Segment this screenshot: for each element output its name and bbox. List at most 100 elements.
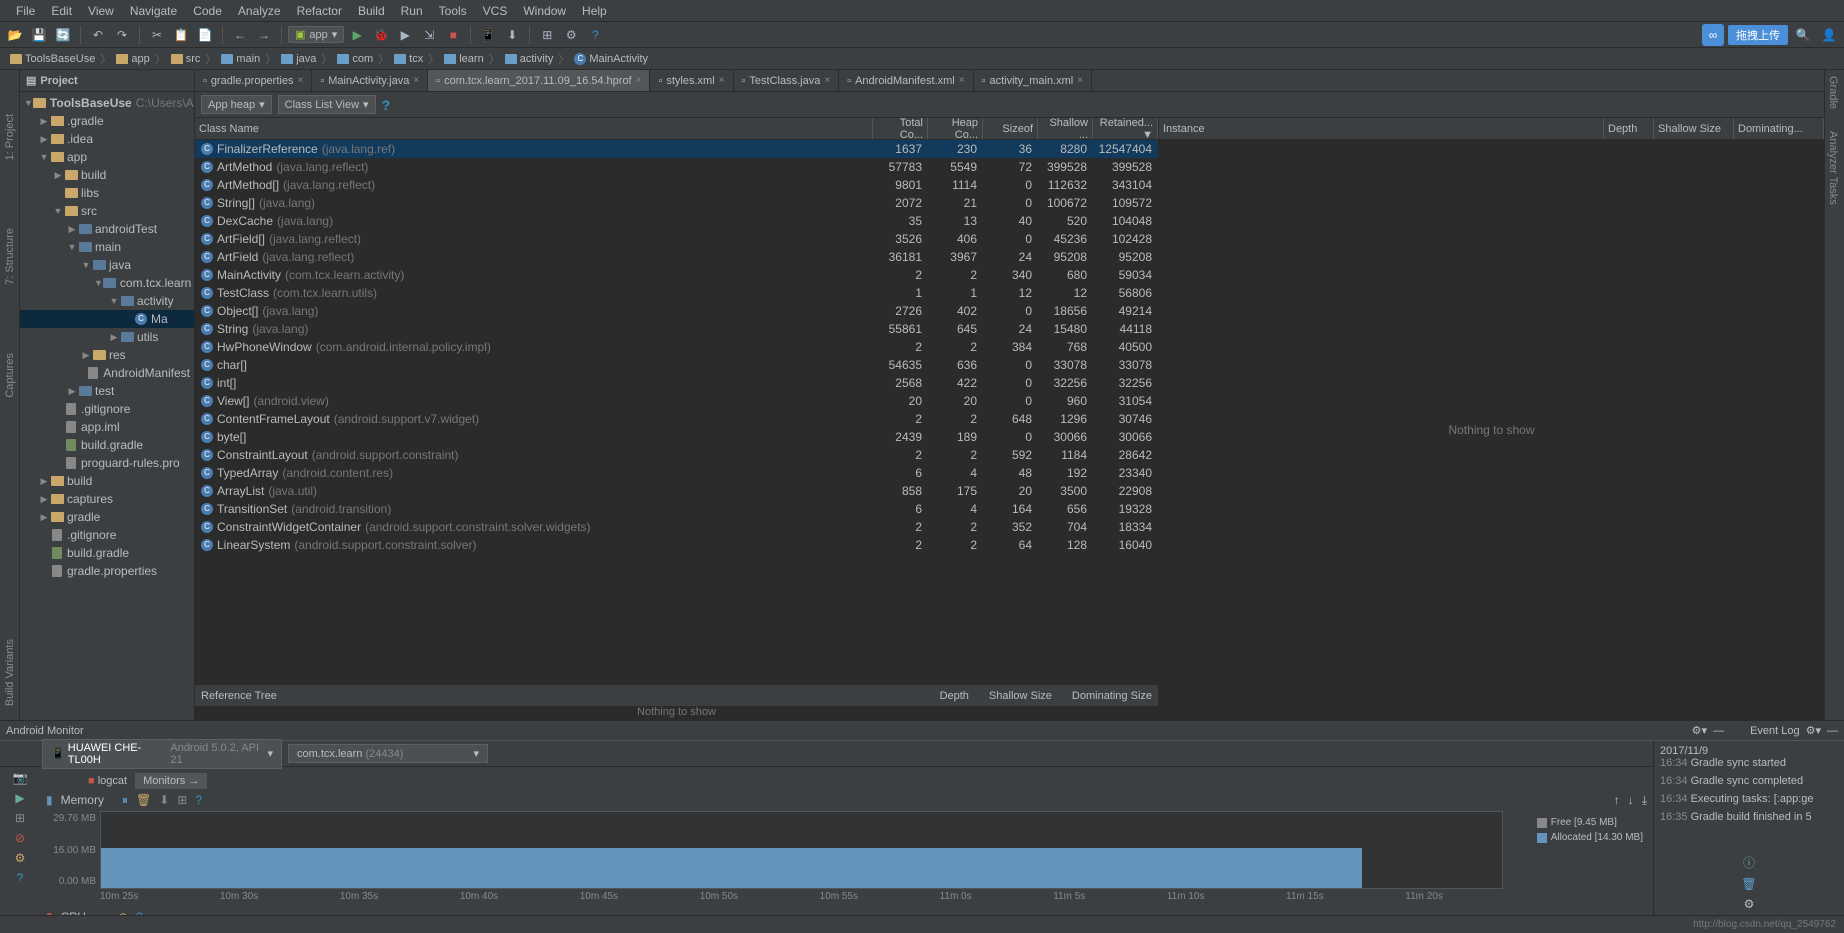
table-row[interactable]: CArtField[] (java.lang.reflect) 35264060… [195,230,1158,248]
stop-icon[interactable]: ■ [442,24,464,46]
table-row[interactable]: CView[] (android.view) 2020096031054 [195,392,1158,410]
up-icon[interactable]: ↑ [1614,793,1620,807]
menu-code[interactable]: Code [185,4,230,18]
col-instance[interactable]: Instance [1159,118,1604,139]
menu-tools[interactable]: Tools [431,4,475,18]
tree-item[interactable]: ▼src [20,202,194,220]
redo-icon[interactable]: ↷ [111,24,133,46]
breadcrumb-item[interactable]: com [335,53,375,65]
table-row[interactable]: CTestClass (com.tcx.learn.utils) 1112125… [195,284,1158,302]
undo-icon[interactable]: ↶ [87,24,109,46]
tree-item[interactable]: ▶utils [20,328,194,346]
table-row[interactable]: CArtMethod[] (java.lang.reflect) 9801111… [195,176,1158,194]
table-row[interactable]: CTransitionSet (android.transition) 6416… [195,500,1158,518]
table-row[interactable]: CArtField (java.lang.reflect) 3618139672… [195,248,1158,266]
table-row[interactable]: CFinalizerReference (java.lang.ref) 1637… [195,140,1158,158]
close-icon[interactable]: × [824,75,830,86]
tree-item[interactable]: ▼app [20,148,194,166]
breadcrumb-item[interactable]: activity [503,53,556,65]
table-row[interactable]: CArrayList (java.util) 85817520350022908 [195,482,1158,500]
tree-item[interactable]: AndroidManifest [20,364,194,382]
breadcrumb-item[interactable]: src [169,53,203,65]
editor-tab[interactable]: ▫com.tcx.learn_2017.11.09_16.54.hprof× [428,70,650,92]
tree-item[interactable]: libs [20,184,194,202]
table-row[interactable]: CHwPhoneWindow (com.android.internal.pol… [195,338,1158,356]
tree-item[interactable]: ▶build [20,166,194,184]
tree-item[interactable]: build.gradle [20,436,194,454]
col-dominating[interactable]: Dominating Size [1072,690,1152,702]
tree-item[interactable]: ▶test [20,382,194,400]
paste-icon[interactable]: 📄 [194,24,216,46]
android-monitor-bar[interactable]: Android Monitor ⚙▾ — Event Log ⚙▾ — [0,720,1844,740]
close-icon[interactable]: × [413,75,419,86]
col-dominating[interactable]: Dominating... [1734,118,1824,139]
menu-view[interactable]: View [80,4,122,18]
menu-build[interactable]: Build [350,4,393,18]
col-retained[interactable]: Retained... ▼ [1093,118,1158,139]
tree-item[interactable]: ▶.gradle [20,112,194,130]
captures-tab[interactable]: Captures [3,349,17,402]
view-combo[interactable]: Class List View▾ [278,95,376,114]
sync-icon[interactable]: 🔄 [52,24,74,46]
tree-item[interactable]: .gitignore [20,400,194,418]
menu-refactor[interactable]: Refactor [289,4,350,18]
menu-window[interactable]: Window [515,4,574,18]
heap-combo[interactable]: App heap▾ [201,95,272,114]
tab-logcat[interactable]: ■ logcat [80,773,135,789]
col-shallow[interactable]: Shallow Size [989,690,1052,702]
settings-icon[interactable]: ⚙ [1744,897,1755,911]
tree-item[interactable]: gradle.properties [20,562,194,580]
menu-navigate[interactable]: Navigate [122,4,185,18]
tree-item[interactable]: ▼activity [20,292,194,310]
editor-tab[interactable]: ▫styles.xml× [650,70,733,92]
menu-vcs[interactable]: VCS [475,4,516,18]
breadcrumb-item[interactable]: learn [442,53,485,65]
close-icon[interactable]: × [719,75,725,86]
down-icon[interactable]: ↓ [1628,793,1634,807]
editor-tab[interactable]: ▫AndroidManifest.xml× [839,70,973,92]
tree-item[interactable]: ▶captures [20,490,194,508]
breadcrumb-item[interactable]: ToolsBaseUse [8,53,97,65]
track-icon[interactable]: ⊞ [177,793,187,807]
run-config-combo[interactable]: ▣ app ▾ [288,26,344,43]
tree-item[interactable]: .gitignore [20,526,194,544]
forward-icon[interactable]: → [253,24,275,46]
run-icon[interactable]: ▶ [346,24,368,46]
gear-icon[interactable]: ⚙ [15,851,26,865]
table-row[interactable]: CTypedArray (android.content.res) 644819… [195,464,1158,482]
tree-item[interactable]: ▼java [20,256,194,274]
editor-tab[interactable]: ▫activity_main.xml× [974,70,1093,92]
close-icon[interactable]: × [636,75,642,86]
breadcrumb-item[interactable]: tcx [392,53,425,65]
cloud-icon[interactable]: ∞ [1702,24,1724,46]
tree-item[interactable]: ▶build [20,472,194,490]
pause-icon[interactable]: ⏸ [122,793,128,808]
sdk-icon[interactable]: ⬇ [501,24,523,46]
project-tree[interactable]: ▼ToolsBaseUse C:\Users\Adm▶.gradle▶.idea… [20,92,194,720]
close-icon[interactable]: × [297,75,303,86]
gear-icon[interactable]: ⚙▾ [1806,724,1821,737]
tree-item[interactable]: ▶res [20,346,194,364]
cut-icon[interactable]: ✂ [146,24,168,46]
help-icon[interactable]: ? [195,793,202,807]
tree-item[interactable]: ▶androidTest [20,220,194,238]
debug-icon[interactable]: 🐞 [370,24,392,46]
tree-item[interactable]: proguard-rules.pro [20,454,194,472]
breadcrumb-item[interactable]: main [219,53,262,65]
table-row[interactable]: CString[] (java.lang) 207221010067210957… [195,194,1158,212]
editor-tab[interactable]: ▫gradle.properties× [195,70,312,92]
menu-edit[interactable]: Edit [43,4,80,18]
help-icon[interactable]: ? [584,24,606,46]
gradle-tab[interactable]: Gradle [1825,70,1841,115]
save-icon[interactable]: 💾 [28,24,50,46]
structure-icon[interactable]: ⊞ [536,24,558,46]
analyzer-tab[interactable]: Analyzer Tasks [1825,125,1841,211]
event-log-title[interactable]: Event Log [1750,725,1800,737]
dump-icon[interactable]: ⬇ [159,793,169,807]
table-row[interactable]: CString (java.lang) 55861645241548044118 [195,320,1158,338]
col-heap[interactable]: Heap Co... [928,118,983,139]
event-item[interactable]: 2017/11/916:34 Gradle sync started [1660,745,1838,769]
device-combo[interactable]: 📱 HUAWEI CHE-TL00H Android 5.0.2, API 21… [42,739,282,769]
tree-root[interactable]: ▼ToolsBaseUse C:\Users\Adm [20,94,194,112]
col-depth[interactable]: Depth [940,690,969,702]
